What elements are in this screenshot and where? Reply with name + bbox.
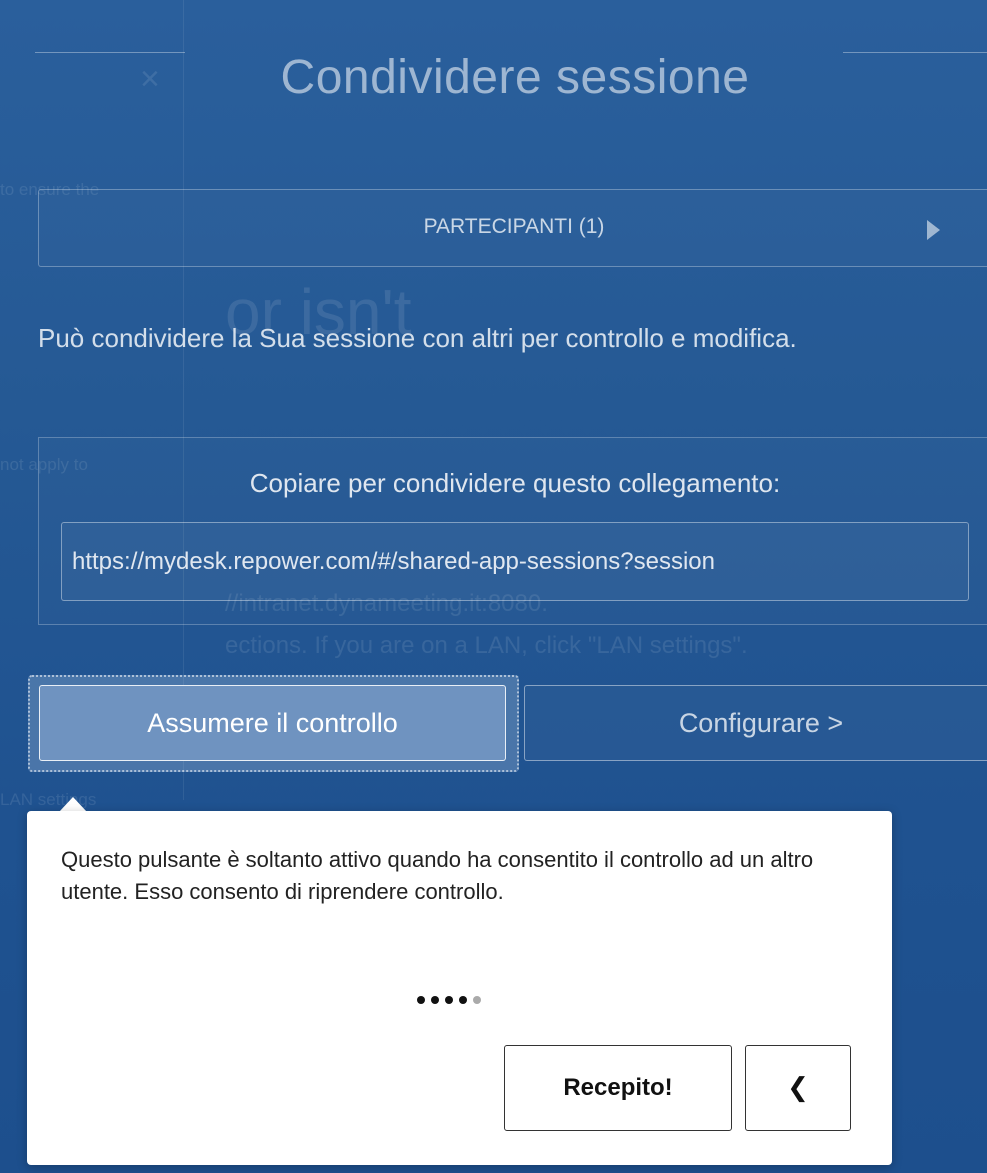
progress-dot-current	[459, 996, 467, 1004]
progress-dot	[473, 996, 481, 1004]
got-it-button[interactable]: Recepito!	[504, 1045, 732, 1131]
panel-title: Condividere sessione	[280, 51, 750, 105]
tooltip-pointer	[59, 797, 87, 812]
share-link-field[interactable]: https://mydesk.repower.com/#/shared-app-…	[61, 522, 969, 601]
tooltip-text: Questo pulsante è soltanto attivo quando…	[61, 847, 814, 904]
tour-progress-dots	[417, 996, 481, 1004]
chevron-left-icon: ❮	[787, 1073, 809, 1103]
participants-label: PARTECIPANTI (1)	[423, 215, 605, 238]
take-control-button[interactable]: Assumere il controllo	[39, 685, 506, 761]
share-intro-text: Può condividere la Sua sessione con altr…	[38, 323, 797, 353]
background-text: ections. If you are on a LAN, click "LAN…	[225, 632, 748, 659]
participants-toggle[interactable]: PARTECIPANTI (1)	[38, 189, 987, 267]
caret-right-icon	[927, 220, 940, 240]
progress-dot	[431, 996, 439, 1004]
share-link-label: Copiare per condividere questo collegame…	[249, 468, 781, 498]
configure-button[interactable]: Configurare >	[524, 685, 987, 761]
progress-dot	[445, 996, 453, 1004]
progress-dot	[417, 996, 425, 1004]
previous-step-button[interactable]: ❮	[745, 1045, 851, 1131]
tour-tooltip: Questo pulsante è soltanto attivo quando…	[27, 811, 892, 1165]
